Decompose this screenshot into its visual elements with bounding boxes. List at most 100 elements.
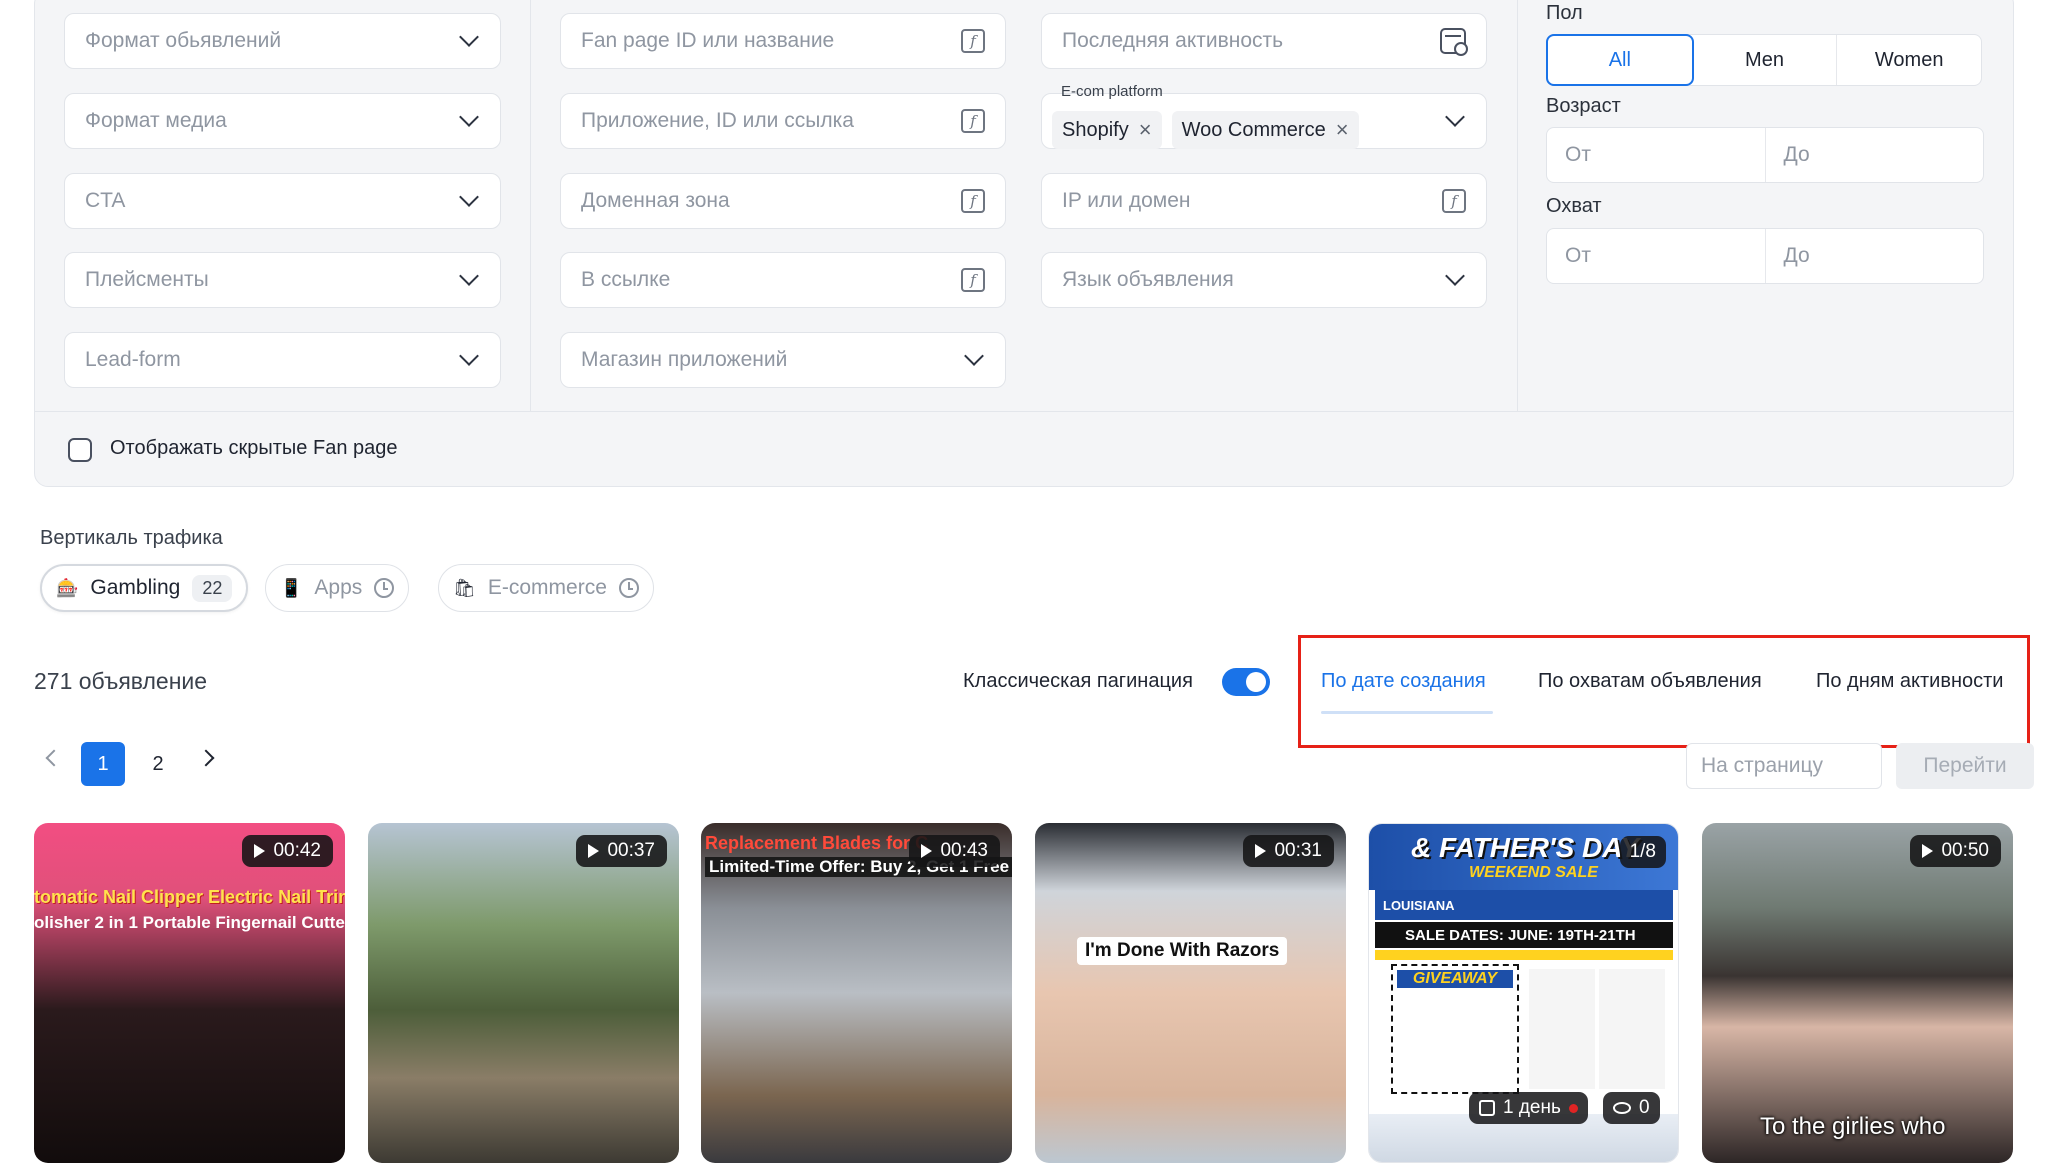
domain-zone-input[interactable]: Доменная зона f — [560, 173, 1006, 229]
function-icon[interactable]: f — [961, 29, 985, 53]
vertical-chip-gambling[interactable]: 🎰 Gambling 22 — [40, 564, 249, 612]
play-icon — [1255, 844, 1267, 858]
flyer-location: LOUISIANA — [1375, 890, 1673, 920]
clock-icon — [618, 578, 639, 598]
play-icon — [1922, 844, 1934, 858]
goto-page-input[interactable]: На страницу — [1686, 743, 1882, 789]
goto-page-button[interactable]: Перейти — [1896, 743, 2034, 789]
function-icon[interactable]: f — [961, 189, 985, 213]
flyer-sale-dates: SALE DATES: JUNE: 19TH-21TH — [1375, 922, 1673, 948]
column-divider — [1517, 0, 1518, 412]
video-duration: 00:42 — [242, 835, 333, 867]
ip-domain-input[interactable]: IP или домен f — [1041, 173, 1487, 229]
function-icon[interactable]: f — [1442, 189, 1466, 213]
flyer-strip — [1375, 950, 1673, 960]
placements-select[interactable]: Плейсменты — [64, 252, 501, 308]
calendar-icon[interactable] — [1440, 28, 1468, 56]
show-hidden-checkbox[interactable] — [68, 438, 92, 462]
count-badge: 22 — [192, 574, 233, 602]
close-icon[interactable]: × — [1139, 119, 1152, 141]
reach-from-input[interactable]: От — [1547, 229, 1765, 283]
ad-card[interactable]: To the girlies who 00:50 — [1702, 823, 2013, 1163]
age-to-input[interactable]: До — [1764, 128, 1984, 182]
ad-card[interactable]: 00:37 — [368, 823, 679, 1163]
phone-icon: 📱 — [280, 577, 303, 598]
play-icon — [588, 844, 600, 858]
video-caption: To the girlies who — [1760, 1113, 1946, 1140]
tag-woocommerce: Woo Commerce × — [1171, 111, 1359, 149]
page-2-button[interactable]: 2 — [143, 742, 173, 786]
slide-counter: 1/8 — [1619, 836, 1666, 868]
chevron-down-icon — [459, 266, 479, 286]
views-pill: 0 — [1603, 1092, 1660, 1124]
video-duration: 00:37 — [576, 835, 667, 867]
tag-shopify: Shopify × — [1052, 111, 1162, 149]
active-tab-indicator — [1321, 711, 1493, 714]
video-duration: 00:50 — [1910, 835, 2001, 867]
ad-card[interactable]: tomatic Nail Clipper Electric Nail Trimm… — [34, 823, 345, 1163]
gender-segmented-control: All Men Women — [1546, 34, 1982, 86]
ad-card[interactable]: I'm Done With Razors 00:31 — [1035, 823, 1346, 1163]
app-input[interactable]: Приложение, ID или ссылка f — [560, 93, 1006, 149]
classic-pagination-label: Классическая пагинация — [963, 670, 1193, 692]
app-store-select[interactable]: Магазин приложений — [560, 332, 1006, 388]
video-duration: 00:31 — [1243, 835, 1334, 867]
classic-pagination-toggle[interactable] — [1222, 668, 1270, 696]
fan-page-input[interactable]: Fan page ID или название f — [560, 13, 1006, 69]
close-icon[interactable]: × — [1336, 119, 1349, 141]
chevron-down-icon — [1445, 266, 1465, 286]
ecom-platform-select[interactable]: Shopify × Woo Commerce × — [1041, 93, 1487, 149]
chevron-right-icon[interactable] — [197, 749, 215, 767]
sort-tab-date[interactable]: По дате создания — [1321, 670, 1486, 693]
play-icon — [921, 844, 933, 858]
column-divider — [530, 0, 531, 412]
function-icon[interactable]: f — [961, 109, 985, 133]
gender-label: Пол — [1546, 2, 1583, 24]
cta-select[interactable]: CTA — [64, 173, 501, 229]
chevron-down-icon — [459, 107, 479, 127]
chevron-down-icon — [459, 187, 479, 207]
media-format-select[interactable]: Формат медиа — [64, 93, 501, 149]
video-caption: I'm Done With Razors — [1077, 937, 1288, 965]
chevron-down-icon — [1445, 107, 1465, 127]
age-range: От До — [1546, 127, 1984, 183]
play-icon — [254, 844, 266, 858]
show-hidden-label: Отображать скрытые Fan page — [110, 437, 398, 459]
clock-icon — [374, 578, 395, 598]
sort-tab-reach[interactable]: По охватам объявления — [1538, 670, 1762, 693]
ad-card[interactable]: & FATHER'S DAY WEEKEND SALE LOUISIANA SA… — [1368, 823, 1679, 1163]
age-from-input[interactable]: От — [1547, 128, 1765, 182]
ecom-platform-label: E-com platform — [1061, 83, 1163, 100]
eye-icon — [1613, 1102, 1631, 1114]
status-dot — [1568, 1103, 1578, 1113]
chevron-down-icon — [459, 346, 479, 366]
gender-option-all[interactable]: All — [1546, 34, 1694, 86]
flyer-giveaway: GIVEAWAY — [1391, 964, 1519, 1094]
reach-label: Охват — [1546, 195, 1602, 217]
slot-machine-icon: 🎰 — [56, 577, 79, 598]
function-icon[interactable]: f — [961, 268, 985, 292]
reach-range: От До — [1546, 228, 1984, 284]
vertical-chip-apps[interactable]: 📱 Apps — [265, 564, 410, 612]
flyer-products — [1529, 969, 1669, 1089]
ad-language-select[interactable]: Язык объявления — [1041, 252, 1487, 308]
lead-form-select[interactable]: Lead-form — [64, 332, 501, 388]
verticals-label: Вертикаль трафика — [40, 527, 223, 549]
ecom-tags: Shopify × Woo Commerce × — [1052, 93, 1448, 149]
last-activity-picker[interactable]: Последняя активность — [1041, 13, 1487, 69]
in-link-input[interactable]: В ссылке f — [560, 252, 1006, 308]
ad-format-select[interactable]: Формат обьявлений — [64, 13, 501, 69]
chevron-left-icon[interactable] — [45, 749, 63, 767]
gender-option-women[interactable]: Women — [1836, 35, 1981, 85]
ad-card[interactable]: Replacement Blades for C Limited-Time Of… — [701, 823, 1012, 1163]
panel-divider — [34, 411, 2014, 412]
page-1-button[interactable]: 1 — [81, 742, 125, 786]
calendar-icon — [1479, 1100, 1495, 1116]
gender-option-men[interactable]: Men — [1693, 35, 1837, 85]
sort-tab-activity-days[interactable]: По дням активности — [1816, 670, 2003, 693]
video-duration: 00:43 — [909, 835, 1000, 867]
age-label: Возраст — [1546, 95, 1621, 117]
reach-to-input[interactable]: До — [1764, 229, 1984, 283]
vertical-chip-ecommerce[interactable]: 🛍 E-commerce — [438, 564, 654, 612]
results-count: 271 объявление — [34, 668, 208, 694]
